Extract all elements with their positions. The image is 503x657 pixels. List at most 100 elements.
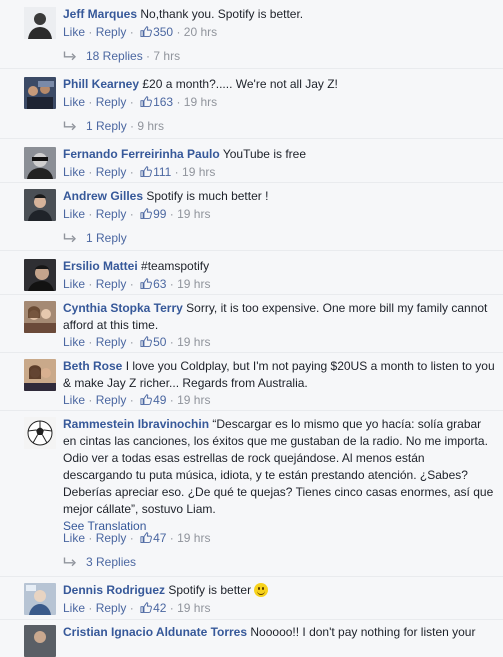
comment-author[interactable]: Phill Kearney (63, 77, 139, 91)
like-count[interactable]: 350 (153, 25, 173, 39)
separator-dot: · (129, 95, 134, 109)
comment-body: Fernando Ferreirinha Paulo YouTube is fr… (63, 146, 497, 163)
comment-time[interactable]: 20 hrs (184, 25, 217, 39)
view-replies[interactable]: 1 Reply (63, 230, 127, 246)
comment-text: #teamspotify (141, 259, 210, 273)
divider (0, 250, 503, 251)
like-link[interactable]: Like (63, 335, 85, 349)
comment: Andrew Gilles Spotify is much better ! L… (0, 188, 503, 248)
comment-body: Dennis Rodriguez Spotify is better (63, 582, 497, 599)
replies-count[interactable]: 18 Replies (86, 49, 143, 63)
comment-time[interactable]: 19 hrs (182, 165, 215, 179)
like-count[interactable]: 111 (153, 165, 171, 179)
reply-link[interactable]: Reply (96, 25, 127, 39)
comment: Fernando Ferreirinha Paulo YouTube is fr… (0, 146, 503, 182)
reply-link[interactable]: Reply (96, 393, 127, 407)
divider (0, 182, 503, 183)
like-count[interactable]: 42 (153, 601, 166, 615)
separator-dot: · (129, 25, 134, 39)
like-count[interactable]: 47 (153, 531, 166, 545)
view-replies[interactable]: 3 Replies (63, 554, 136, 570)
comment-author[interactable]: Fernando Ferreirinha Paulo (63, 147, 220, 161)
comment-author[interactable]: Cristian Ignacio Aldunate Torres (63, 625, 247, 639)
reply-link[interactable]: Reply (96, 335, 127, 349)
avatar[interactable] (24, 359, 56, 391)
comment-author[interactable]: Rammestein Ibravinochin (63, 417, 209, 431)
comment-body: Ersilio Mattei #teamspotify (63, 258, 497, 275)
divider (0, 410, 503, 411)
view-replies[interactable]: 18 Replies · 7 hrs (63, 48, 180, 64)
avatar[interactable] (24, 259, 56, 291)
comment-time[interactable]: 19 hrs (177, 531, 210, 545)
comment-body: Phill Kearney £20 a month?..... We're no… (63, 76, 497, 93)
comment-actions: Like · Reply · 49 · 19 hrs (63, 392, 210, 408)
like-link[interactable]: Like (63, 531, 85, 545)
like-link[interactable]: Like (63, 601, 85, 615)
reply-arrow-icon (63, 51, 77, 61)
separator-dot: · (169, 601, 174, 615)
comment-time[interactable]: 19 hrs (177, 601, 210, 615)
avatar[interactable] (24, 147, 56, 179)
reply-link[interactable]: Reply (96, 277, 127, 291)
thumbs-up-icon (140, 532, 152, 543)
avatar[interactable] (24, 583, 56, 615)
like-count[interactable]: 49 (153, 393, 166, 407)
like-count[interactable]: 163 (153, 95, 173, 109)
divider (0, 576, 503, 577)
comment-author[interactable]: Beth Rose (63, 359, 122, 373)
comment: Phill Kearney £20 a month?..... We're no… (0, 76, 503, 136)
like-count[interactable]: 99 (153, 207, 166, 221)
avatar[interactable] (24, 189, 56, 221)
comment-time[interactable]: 19 hrs (177, 393, 210, 407)
comment-text: YouTube is free (222, 147, 306, 161)
separator-dot: · (174, 165, 179, 179)
reply-link[interactable]: Reply (96, 207, 127, 221)
like-link[interactable]: Like (63, 393, 85, 407)
like-link[interactable]: Like (63, 165, 85, 179)
avatar[interactable] (24, 301, 56, 333)
comment-author[interactable]: Ersilio Mattei (63, 259, 138, 273)
thumbs-up-icon (140, 278, 152, 289)
separator-dot: · (129, 277, 134, 291)
comment: Cristian Ignacio Aldunate Torres Nooooo!… (0, 624, 503, 657)
comment: Beth Rose I love you Coldplay, but I'm n… (0, 358, 503, 408)
like-count[interactable]: 63 (153, 277, 166, 291)
comment: Ersilio Mattei #teamspotify Like · Reply… (0, 258, 503, 294)
like-count[interactable]: 50 (153, 335, 166, 349)
comment-body: Cynthia Stopka Terry Sorry, it is too ex… (63, 300, 497, 334)
replies-count[interactable]: 1 Reply (86, 231, 127, 245)
avatar[interactable] (24, 77, 56, 109)
view-replies[interactable]: 1 Reply · 9 hrs (63, 118, 164, 134)
smiley-emoji-icon (254, 583, 269, 597)
reply-link[interactable]: Reply (96, 165, 127, 179)
comment-time[interactable]: 19 hrs (177, 335, 210, 349)
divider (0, 138, 503, 139)
separator-dot: · (88, 207, 93, 221)
comment-author[interactable]: Cynthia Stopka Terry (63, 301, 183, 315)
replies-time: 7 hrs (153, 49, 181, 63)
comment-time[interactable]: 19 hrs (177, 277, 210, 291)
like-link[interactable]: Like (63, 277, 85, 291)
comment-actions: Like · Reply · 50 · 19 hrs (63, 334, 210, 350)
comment-author[interactable]: Dennis Rodriguez (63, 583, 165, 597)
like-link[interactable]: Like (63, 95, 85, 109)
comment-author[interactable]: Jeff Marques (63, 7, 137, 21)
comment: Jeff Marques No,thank you. Spotify is be… (0, 6, 503, 66)
avatar[interactable] (24, 7, 56, 39)
comment-actions: Like · Reply · 163 · 19 hrs (63, 94, 217, 110)
reply-link[interactable]: Reply (96, 531, 127, 545)
like-link[interactable]: Like (63, 25, 85, 39)
comment-time[interactable]: 19 hrs (177, 207, 210, 221)
reply-link[interactable]: Reply (96, 601, 127, 615)
replies-count[interactable]: 3 Replies (86, 555, 136, 569)
like-link[interactable]: Like (63, 207, 85, 221)
separator-dot: · (169, 277, 174, 291)
comment-author[interactable]: Andrew Gilles (63, 189, 143, 203)
comment-time[interactable]: 19 hrs (184, 95, 217, 109)
reply-link[interactable]: Reply (96, 95, 127, 109)
reply-arrow-icon (63, 557, 77, 567)
avatar[interactable] (24, 417, 56, 449)
replies-count[interactable]: 1 Reply (86, 119, 127, 133)
avatar[interactable] (24, 625, 56, 657)
separator-dot: · (88, 393, 93, 407)
